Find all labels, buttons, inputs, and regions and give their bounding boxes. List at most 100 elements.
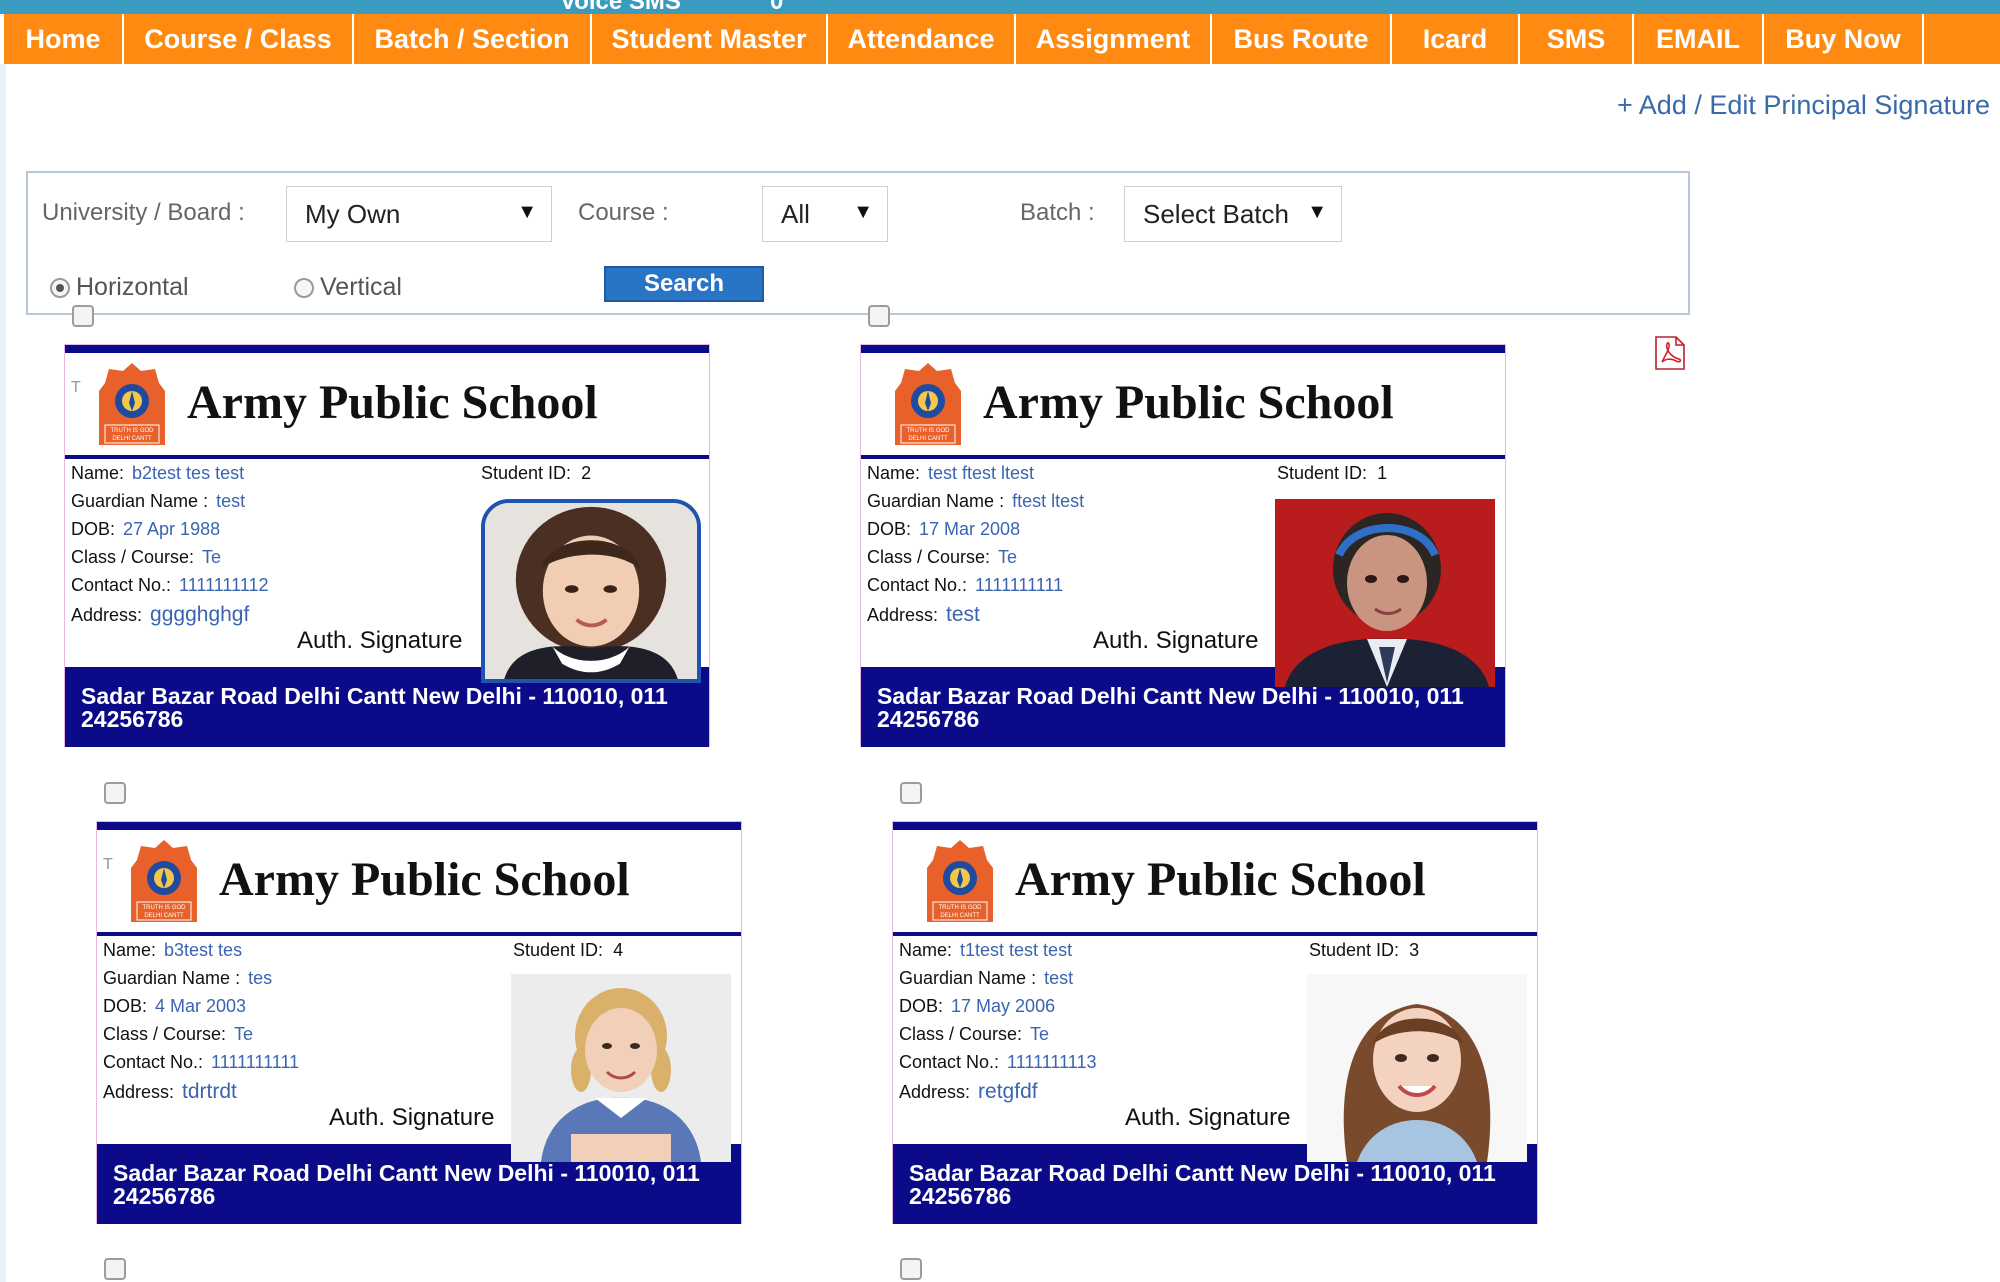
- dob-value: 4 Mar 2003: [155, 996, 247, 1016]
- dob-label: DOB:: [103, 996, 148, 1016]
- nav-home[interactable]: Home: [4, 14, 124, 64]
- card-divider: [893, 932, 1537, 936]
- name-value: test ftest ltest: [928, 463, 1035, 483]
- class-field: Class / Course: Te: [71, 547, 221, 568]
- dob-label: DOB:: [867, 519, 912, 539]
- address-label: Address:: [103, 1082, 175, 1102]
- contact-value: 1111111111: [975, 575, 1064, 595]
- radio-horizontal-label: Horizontal: [76, 273, 189, 301]
- add-edit-principal-signature-link[interactable]: + Add / Edit Principal Signature: [1617, 90, 1990, 121]
- student-photo: [1307, 974, 1527, 1162]
- address-field: Address: gggghghgf: [71, 603, 249, 627]
- guardian-value: tes: [248, 968, 273, 988]
- guardian-value: test: [1044, 968, 1074, 988]
- guardian-label: Guardian Name :: [899, 968, 1037, 988]
- sid-label: Student ID:: [481, 463, 572, 483]
- nav-icard[interactable]: Icard: [1392, 14, 1520, 64]
- dob-field: DOB: 27 Apr 1988: [71, 519, 220, 540]
- auth-signature-label: Auth. Signature: [1093, 627, 1259, 654]
- main-nav: Home Course / Class Batch / Section Stud…: [4, 14, 2000, 64]
- radio-dot-selected: [50, 277, 70, 298]
- auth-signature-label: Auth. Signature: [1125, 1104, 1291, 1131]
- nav-buy-now[interactable]: Buy Now: [1764, 14, 1924, 64]
- card-checkbox[interactable]: [900, 1258, 922, 1280]
- guardian-label: Guardian Name :: [867, 491, 1005, 511]
- auth-signature-label: Auth. Signature: [329, 1104, 495, 1131]
- class-value: Te: [1030, 1024, 1050, 1044]
- svg-text:TRUTH IS GOD: TRUTH IS GOD: [939, 905, 983, 911]
- card-checkbox[interactable]: [104, 782, 126, 804]
- student-photo: [511, 974, 731, 1162]
- nav-sms[interactable]: SMS: [1520, 14, 1634, 64]
- contact-field: Contact No.: 1111111113: [899, 1052, 1096, 1073]
- nav-assignment[interactable]: Assignment: [1016, 14, 1212, 64]
- svg-text:DELHI CANTT: DELHI CANTT: [940, 913, 980, 919]
- student-id-field: Student ID: 2: [481, 463, 591, 484]
- guardian-label: Guardian Name :: [103, 968, 241, 988]
- student-name-field: Name: b3test tes: [103, 940, 242, 961]
- guardian-field: Guardian Name : tes: [103, 968, 272, 989]
- nav-attendance[interactable]: Attendance: [828, 14, 1016, 64]
- guardian-field: Guardian Name : test: [71, 491, 245, 512]
- class-label: Class / Course:: [899, 1024, 1023, 1044]
- id-card[interactable]: TRUTH IS GOD DELHI CANTT Army Public Sch…: [892, 821, 1538, 1224]
- sid-value: 3: [1409, 940, 1420, 960]
- address-label: Address:: [899, 1082, 971, 1102]
- name-label: Name:: [103, 940, 157, 960]
- nav-batch-section[interactable]: Batch / Section: [354, 14, 592, 64]
- nav-student-master[interactable]: Student Master: [592, 14, 828, 64]
- pdf-icon[interactable]: [1654, 336, 1686, 370]
- card-divider: [97, 932, 741, 936]
- class-label: Class / Course:: [71, 547, 195, 567]
- course-value: All: [781, 198, 810, 229]
- search-button[interactable]: Search: [604, 266, 764, 302]
- address-field: Address: tdrtrdt: [103, 1080, 237, 1104]
- address-value: test: [946, 603, 980, 626]
- contact-label: Contact No.:: [103, 1052, 204, 1072]
- nav-bus-route[interactable]: Bus Route: [1212, 14, 1392, 64]
- left-edge: [0, 64, 6, 1282]
- id-card[interactable]: TRUTH IS GOD DELHI CANTT Army Public Sch…: [860, 344, 1506, 747]
- sid-value: 1: [1377, 463, 1388, 483]
- address-label: Address:: [71, 605, 143, 625]
- school-name: Army Public School: [219, 853, 630, 906]
- card-top-bar: [861, 345, 1505, 353]
- guardian-value: ftest ltest: [1012, 491, 1085, 511]
- course-select[interactable]: All ▼: [762, 186, 888, 242]
- filter-panel: University / Board : My Own ▼ Course : A…: [26, 171, 1690, 315]
- school-crest-logo: TRUTH IS GOD DELHI CANTT: [127, 838, 201, 924]
- card-checkbox[interactable]: [72, 305, 94, 327]
- name-value: b2test tes test: [132, 463, 245, 483]
- address-label: Address:: [867, 605, 939, 625]
- student-photo: [481, 499, 701, 683]
- card-checkbox[interactable]: [868, 305, 890, 327]
- card-checkbox[interactable]: [900, 782, 922, 804]
- guardian-value: test: [216, 491, 246, 511]
- svg-text:DELHI CANTT: DELHI CANTT: [112, 436, 152, 442]
- student-name-field: Name: b2test tes test: [71, 463, 244, 484]
- guardian-field: Guardian Name : test: [899, 968, 1073, 989]
- dob-label: DOB:: [899, 996, 944, 1016]
- id-card[interactable]: T TRUTH IS GOD DELHI CANTT Army Public S…: [64, 344, 710, 747]
- name-label: Name:: [71, 463, 125, 483]
- name-label: Name:: [899, 940, 953, 960]
- card-top-bar: [893, 822, 1537, 830]
- batch-value: Select Batch: [1143, 198, 1289, 229]
- card-mark: T: [71, 379, 81, 396]
- card-divider: [65, 455, 709, 459]
- id-card[interactable]: T TRUTH IS GOD DELHI CANTT Army Public S…: [96, 821, 742, 1224]
- class-value: Te: [202, 547, 222, 567]
- name-value: t1test test test: [960, 940, 1073, 960]
- card-checkbox[interactable]: [104, 1258, 126, 1280]
- nav-email[interactable]: EMAIL: [1634, 14, 1764, 64]
- batch-select[interactable]: Select Batch ▼: [1124, 186, 1342, 242]
- card-top-bar: [65, 345, 709, 353]
- nav-course-class[interactable]: Course / Class: [124, 14, 354, 64]
- university-select[interactable]: My Own ▼: [286, 186, 552, 242]
- contact-value: 1111111112: [179, 575, 269, 595]
- radio-horizontal[interactable]: Horizontal: [50, 273, 189, 302]
- student-name-field: Name: test ftest ltest: [867, 463, 1034, 484]
- radio-vertical[interactable]: Vertical: [294, 273, 402, 302]
- contact-label: Contact No.:: [71, 575, 172, 595]
- school-name: Army Public School: [983, 376, 1394, 429]
